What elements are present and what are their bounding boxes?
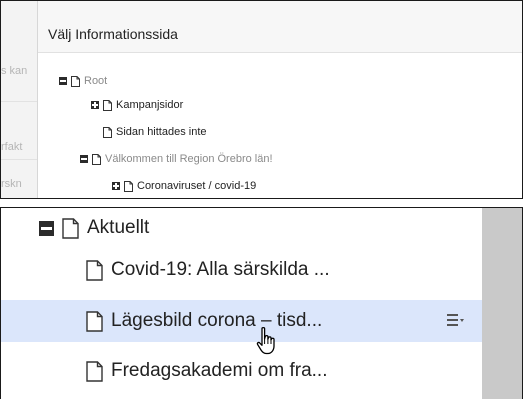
tree-node-aktuellt[interactable]: Aktuellt [1,208,482,249]
document-icon [103,99,112,111]
background-page: s kan rfakt rskn [1,1,37,198]
document-icon [103,126,112,138]
background-text: rfakt [1,141,23,153]
background-divider [1,159,37,160]
tree-node-valkommen[interactable]: Välkommen till Region Örebro län! [80,151,273,167]
tree-node-covid19[interactable]: Covid-19: Alla särskilda ... [1,249,482,291]
tree-node-root[interactable]: Root [59,73,107,89]
tree-node-sidan-hittades-inte[interactable]: Sidan hittades inte [103,124,207,140]
plus-toggle-icon[interactable] [91,101,99,109]
page-picker-panel: s kan rfakt rskn Välj Informationssida R… [0,0,523,199]
tree-node-coronaviruset[interactable]: Coronaviruset / covid-19 [112,178,256,194]
background-text: rskn [1,178,22,190]
document-icon [86,360,103,382]
document-icon [86,259,103,281]
tree-node-label: Sidan hittades inte [116,126,207,138]
scrollbar[interactable] [482,208,522,399]
document-icon [124,180,133,192]
tree-node-label: Root [84,75,108,87]
select-information-page-dialog: Välj Informationssida Root Kampanjsidor [37,1,522,198]
dialog-title: Välj Informationssida [48,26,178,42]
minus-toggle-icon[interactable] [59,77,67,85]
document-icon [86,310,103,332]
tree-node-label: Välkommen till Region Örebro län! [105,153,273,165]
tree-node-label: Covid-19: Alla särskilda ... [111,259,330,280]
document-icon [62,217,79,239]
tree-node-label: Aktuellt [87,217,150,238]
tree-node-label: Lägesbild corona – tisd... [111,310,323,331]
plus-toggle-icon[interactable] [112,182,120,190]
tree-node-label: Kampanjsidor [116,99,184,111]
minus-toggle-icon[interactable] [80,155,88,163]
background-text: s kan [1,65,28,77]
tree-node-label: Fredagsakademi om fra... [111,360,328,381]
document-icon [71,75,80,87]
tree-node-lagesbild-selected[interactable]: Lägesbild corona – tisd... [1,300,482,355]
zoomed-page-tree-panel: Aktuellt Covid-19: Alla särskilda ... Lä… [0,207,523,399]
tree-node-label: Coronaviruset / covid-19 [137,180,257,192]
dialog-header: Välj Informationssida [38,1,522,53]
minus-toggle-icon[interactable] [39,220,54,236]
document-icon [92,153,101,165]
tree-node-fredagsakademi[interactable]: Fredagsakademi om fra... [1,350,482,392]
background-divider [1,101,37,102]
context-menu-icon[interactable] [447,312,465,328]
tree-node-kampanjsidor[interactable]: Kampanjsidor [91,97,183,113]
